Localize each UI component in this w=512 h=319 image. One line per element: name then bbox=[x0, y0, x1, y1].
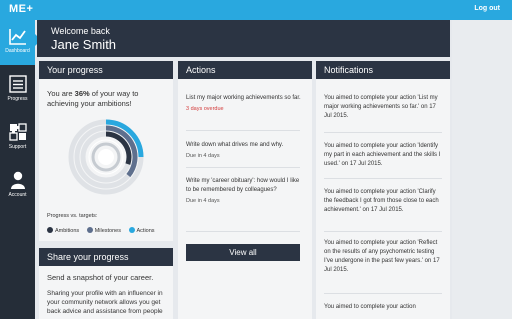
share-panel-title: Share your progress bbox=[39, 248, 173, 266]
share-subtitle: Send a snapshot of your career. bbox=[47, 273, 154, 282]
sidebar-item-label: Support bbox=[8, 144, 27, 150]
legend-milestones: Milestones bbox=[86, 227, 121, 234]
view-all-button[interactable]: View all bbox=[186, 244, 300, 261]
user-name: Jane Smith bbox=[51, 37, 117, 52]
progress-panel: Your progress You are 36% of your way to… bbox=[39, 61, 173, 241]
progress-text-pre: You are bbox=[47, 89, 75, 98]
notification-item: You aimed to complete your action bbox=[324, 304, 416, 310]
divider bbox=[324, 231, 442, 232]
legend-label: Actions bbox=[136, 228, 155, 234]
progress-summary: You are 36% of your way to achieving you… bbox=[47, 89, 172, 109]
notification-item: You aimed to complete your action 'Refle… bbox=[324, 240, 440, 273]
notification-item: You aimed to complete your action 'Clari… bbox=[324, 189, 439, 213]
user-icon bbox=[10, 171, 25, 189]
puzzle-icon bbox=[8, 123, 27, 141]
legend-dot bbox=[128, 227, 135, 233]
action-text: Write down what drives me and why. bbox=[186, 142, 284, 148]
progress-legend: Ambitions Milestones Actions bbox=[47, 227, 161, 234]
share-description: Sharing your profile with an influencer … bbox=[47, 290, 163, 315]
notifications-panel-title: Notifications bbox=[316, 61, 450, 79]
divider bbox=[186, 167, 300, 168]
progress-panel-title: Your progress bbox=[39, 61, 173, 79]
divider bbox=[324, 132, 442, 133]
list-icon bbox=[8, 75, 27, 93]
divider bbox=[324, 178, 442, 179]
action-due-status: 3 days overdue bbox=[186, 106, 224, 112]
action-due-status: Due in 4 days bbox=[186, 198, 220, 204]
action-item[interactable]: Write my 'career obituary': how would I … bbox=[186, 177, 301, 204]
welcome-subtitle: Welcome back bbox=[51, 26, 110, 36]
sidebar-item-label: Progress bbox=[7, 96, 28, 102]
divider bbox=[186, 130, 300, 131]
share-panel: Share your progress Send a snapshot of y… bbox=[39, 248, 173, 319]
progress-percent: 36% bbox=[74, 89, 90, 98]
divider bbox=[186, 231, 300, 232]
top-bar: ME+ Log out bbox=[0, 0, 512, 20]
sidebar-item-dashboard[interactable]: Dashboard bbox=[0, 20, 35, 65]
sidebar: Dashboard Progress Support Account bbox=[0, 20, 35, 319]
legend-dot bbox=[86, 227, 93, 233]
legend-actions: Actions bbox=[128, 227, 155, 234]
logout-link[interactable]: Log out bbox=[474, 5, 500, 12]
legend-dot bbox=[47, 227, 53, 233]
welcome-banner: Welcome back Jane Smith bbox=[37, 20, 450, 57]
actions-panel: Actions List my major working achievemen… bbox=[178, 61, 312, 319]
sidebar-item-support[interactable]: Support bbox=[0, 116, 35, 161]
legend-label: Milestones bbox=[94, 228, 121, 234]
action-due-status: Due in 4 days bbox=[186, 153, 220, 159]
notification-item: You aimed to complete your action 'List … bbox=[324, 95, 438, 119]
notifications-panel: Notifications You aimed to complete your… bbox=[316, 61, 450, 319]
progress-rings-chart bbox=[68, 119, 144, 195]
action-text: List my major working achievements so fa… bbox=[186, 95, 301, 101]
action-text: Write my 'career obituary': how would I … bbox=[186, 178, 300, 193]
sidebar-item-label: Account bbox=[8, 192, 27, 198]
legend-ambitions: Ambitions bbox=[47, 227, 79, 234]
right-gutter bbox=[452, 20, 512, 319]
sidebar-item-account[interactable]: Account bbox=[0, 164, 35, 209]
legend-label: Ambitions bbox=[55, 228, 80, 234]
actions-panel-title: Actions bbox=[178, 61, 312, 79]
app-logo[interactable]: ME+ bbox=[9, 3, 33, 15]
action-item[interactable]: Write down what drives me and why. Due i… bbox=[186, 141, 301, 159]
chart-line-icon bbox=[8, 29, 26, 45]
sidebar-item-progress[interactable]: Progress bbox=[0, 68, 35, 113]
targets-label: Progress vs. targets: bbox=[47, 213, 98, 219]
notification-item: You aimed to complete your action 'Ident… bbox=[324, 143, 441, 167]
action-item[interactable]: List my major working achievements so fa… bbox=[186, 94, 301, 112]
sidebar-item-label: Dashboard bbox=[5, 48, 30, 54]
divider bbox=[324, 293, 442, 294]
